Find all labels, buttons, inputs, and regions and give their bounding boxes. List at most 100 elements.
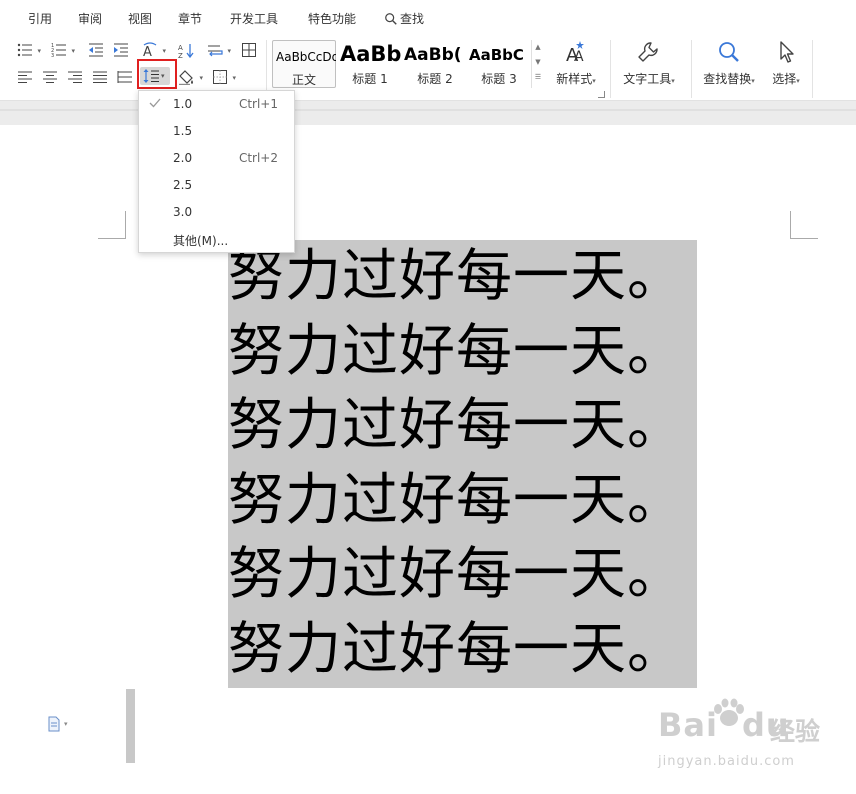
tab-search[interactable]: 查找 xyxy=(384,10,424,27)
ruler-bar xyxy=(0,100,856,125)
border-button[interactable]: ▾ xyxy=(211,68,236,86)
align-right-button[interactable] xyxy=(66,68,84,86)
sort-icon: AZ xyxy=(178,44,194,58)
watermark-url: jingyan.baidu.com xyxy=(658,754,795,769)
page-corner-mark-right xyxy=(790,211,818,239)
document-line[interactable]: 努力过好每一天。 xyxy=(228,538,697,613)
wrench-icon xyxy=(638,42,658,62)
chevron-down-icon[interactable]: ▾ xyxy=(227,47,231,55)
ribbon-separator xyxy=(691,40,692,98)
increase-indent-button[interactable] xyxy=(112,41,130,59)
line-spacing-button[interactable]: ▾ xyxy=(140,67,170,85)
chevron-down-icon[interactable]: ▾ xyxy=(71,47,75,55)
style-name-heading-2: 标题 2 xyxy=(417,72,453,86)
new-style-button[interactable]: AA 新样式▾ xyxy=(552,40,600,96)
chevron-down-icon[interactable]: ▾ xyxy=(796,77,800,85)
page-corner-mark-left xyxy=(98,211,126,239)
justify-icon xyxy=(93,71,107,83)
menu-item-shortcut: Ctrl+2 xyxy=(238,151,278,165)
page-layout-button[interactable]: ▾ xyxy=(47,716,68,732)
align-left-button[interactable] xyxy=(16,68,34,86)
sort-button[interactable]: AZ xyxy=(177,41,195,59)
chevron-down-icon[interactable]: ▾ xyxy=(37,47,41,55)
style-heading-1[interactable]: AaBb 标题 1 xyxy=(338,40,402,88)
menu-item-spacing-3-0[interactable]: 3.0 xyxy=(139,199,294,226)
align-center-button[interactable] xyxy=(41,68,59,86)
cursor-arrow-icon xyxy=(780,41,794,63)
chevron-down-icon[interactable]: ▼ xyxy=(532,55,544,70)
chevron-down-icon[interactable]: ▾ xyxy=(161,72,165,80)
numbered-list-button[interactable]: 123 ▾ xyxy=(50,41,75,59)
paint-bucket-icon xyxy=(179,70,193,85)
baidu-jingyan-watermark: Bai du 经验 jingyan.baidu.com xyxy=(648,694,848,784)
chevron-up-icon[interactable]: ▲ xyxy=(532,40,544,55)
style-name-heading-3: 标题 3 xyxy=(481,72,517,86)
numbered-list-icon: 123 xyxy=(51,43,66,58)
style-sample-heading-1: AaBb xyxy=(340,42,402,66)
document-line[interactable]: 努力过好每一天。 xyxy=(228,240,697,315)
chevron-down-icon[interactable]: ▾ xyxy=(232,74,236,82)
menu-item-spacing-1-5[interactable]: 1.5 xyxy=(139,118,294,145)
new-style-icon: AA xyxy=(566,41,584,64)
tab-review[interactable]: 审阅 xyxy=(78,10,102,27)
shading-button[interactable]: ▾ xyxy=(178,68,203,86)
svg-text:Z: Z xyxy=(178,52,183,58)
style-gallery-scroll[interactable]: ▲ ▼ ☰ xyxy=(531,40,544,88)
tab-references[interactable]: 引用 xyxy=(28,10,52,27)
chevron-down-icon[interactable]: ▾ xyxy=(592,77,596,85)
ribbon-separator xyxy=(610,40,611,98)
chevron-down-icon[interactable]: ▾ xyxy=(671,77,675,85)
ribbon-tab-bar: ​ 引用 审阅 视图 章节 开发工具 特色功能 查找 xyxy=(0,0,856,36)
chevron-down-icon[interactable]: ▾ xyxy=(162,47,166,55)
show-hide-marks-button[interactable]: ▾ xyxy=(206,41,231,59)
menu-item-spacing-2-5[interactable]: 2.5 xyxy=(139,172,294,199)
selected-text-block[interactable]: 努力过好每一天。 努力过好每一天。 努力过好每一天。 努力过好每一天。 努力过好… xyxy=(228,240,697,688)
document-line[interactable]: 努力过好每一天。 xyxy=(228,613,697,688)
table-grid-button[interactable] xyxy=(240,41,258,59)
dialog-launcher-icon[interactable] xyxy=(598,91,605,98)
svg-text:A: A xyxy=(574,49,584,64)
style-heading-3[interactable]: AaBbC 标题 3 xyxy=(468,40,530,88)
increase-indent-icon xyxy=(114,43,128,57)
menu-item-shortcut: Ctrl+1 xyxy=(238,97,278,111)
find-replace-button[interactable]: 查找替换▾ xyxy=(698,40,760,96)
style-normal[interactable]: AaBbCcDd 正文 xyxy=(272,40,336,88)
line-spacing-icon xyxy=(143,69,159,83)
tab-developer-tools[interactable]: 开发工具 xyxy=(230,10,278,27)
document-line[interactable]: 努力过好每一天。 xyxy=(228,464,697,539)
menu-item-spacing-2-0[interactable]: 2.0 Ctrl+2 xyxy=(139,145,294,172)
style-name-heading-1: 标题 1 xyxy=(352,72,388,86)
menu-item-label: 1.5 xyxy=(173,124,193,138)
svg-text:A: A xyxy=(143,45,152,58)
chinese-layout-icon: A xyxy=(143,42,157,58)
search-tab-label: 查找 xyxy=(400,12,425,26)
menu-item-spacing-other[interactable]: 其他(M)... xyxy=(139,226,294,253)
distributed-align-button[interactable] xyxy=(116,68,134,86)
menu-item-label: 2.5 xyxy=(173,178,193,192)
style-heading-2[interactable]: AaBb( 标题 2 xyxy=(403,40,467,88)
select-button[interactable]: 选择▾ xyxy=(766,40,806,96)
line-spacing-menu: 1.0 Ctrl+1 1.5 2.0 Ctrl+2 2.5 3.0 其他(M).… xyxy=(138,90,295,253)
chevron-down-icon[interactable]: ▾ xyxy=(64,720,68,728)
tab-special-features[interactable]: 特色功能 xyxy=(308,10,356,27)
bullet-list-icon xyxy=(17,43,32,57)
style-gallery: AaBbCcDd 正文 AaBb 标题 1 AaBb( 标题 2 AaBbC 标… xyxy=(272,40,542,88)
checkmark-icon xyxy=(149,98,161,108)
chevron-down-icon[interactable]: ▾ xyxy=(199,74,203,82)
bullet-list-button[interactable]: ▾ xyxy=(16,41,41,59)
document-line[interactable]: 努力过好每一天。 xyxy=(228,389,697,464)
text-tools-button[interactable]: 文字工具▾ xyxy=(618,40,680,96)
menu-item-spacing-1-0[interactable]: 1.0 Ctrl+1 xyxy=(139,91,294,118)
justify-button[interactable] xyxy=(91,68,109,86)
tab-view[interactable]: 视图 xyxy=(128,10,152,27)
chevron-down-icon[interactable]: ▾ xyxy=(751,77,755,85)
chinese-layout-button[interactable]: A ▾ xyxy=(141,41,166,59)
document-line[interactable]: 努力过好每一天。 xyxy=(228,315,697,390)
align-center-icon xyxy=(43,71,57,83)
tab-chapter[interactable]: 章节 xyxy=(178,10,202,27)
document-icon xyxy=(48,716,60,732)
find-replace-label: 查找替换 xyxy=(703,72,752,86)
menu-item-label: 3.0 xyxy=(173,205,193,219)
decrease-indent-button[interactable] xyxy=(87,41,105,59)
gallery-expand-icon[interactable]: ☰ xyxy=(532,70,544,85)
